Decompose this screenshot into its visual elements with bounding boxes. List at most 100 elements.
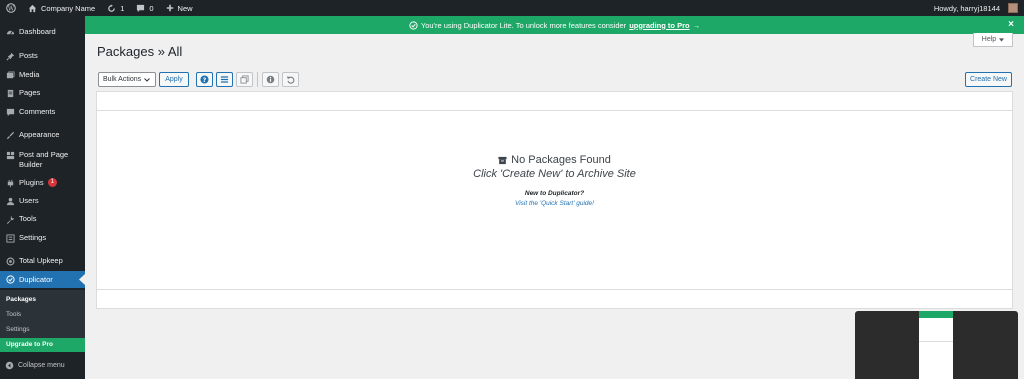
- sidebar-item-media[interactable]: Media: [0, 70, 85, 80]
- upkeep-icon: [5, 256, 15, 266]
- table-footer: [97, 289, 1012, 308]
- sidebar-item-label: Dashboard: [19, 27, 56, 36]
- refresh-icon: [108, 4, 116, 12]
- sidebar-item-tools[interactable]: Tools: [0, 214, 85, 224]
- comments-link[interactable]: 0: [130, 0, 159, 16]
- sidebar-item-plugins[interactable]: Plugins 1: [0, 178, 85, 188]
- copy-button[interactable]: [236, 72, 253, 87]
- create-new-button[interactable]: Create New: [965, 72, 1012, 87]
- sidebar-item-duplicator[interactable]: Duplicator: [0, 271, 85, 288]
- builder-icon: [5, 150, 15, 160]
- floating-preview-widget: [855, 311, 1018, 379]
- sidebar-item-appearance[interactable]: Appearance: [0, 130, 85, 140]
- sidebar-item-posts[interactable]: Posts: [0, 51, 85, 61]
- question-icon: ?: [200, 75, 209, 84]
- sidebar-item-total-upkeep[interactable]: Total Upkeep: [0, 256, 85, 266]
- site-name-link[interactable]: Company Name: [22, 0, 101, 16]
- undo-button[interactable]: [282, 72, 299, 87]
- list-view-button[interactable]: [216, 72, 233, 87]
- collapse-menu-button[interactable]: Collapse menu: [5, 361, 65, 370]
- new-to-duplicator-heading: New to Duplicator?: [524, 190, 585, 197]
- wordpress-logo[interactable]: W: [0, 0, 22, 16]
- sidebar-item-label: Plugins: [19, 178, 44, 187]
- sidebar-item-label: Tools: [19, 214, 37, 223]
- quick-start-guide-link[interactable]: Visit the 'Quick Start' guide!: [97, 200, 1012, 207]
- sidebar-item-dashboard[interactable]: Dashboard: [0, 27, 85, 37]
- info-button[interactable]: [262, 72, 279, 87]
- updates-link[interactable]: 1: [101, 0, 130, 16]
- sidebar-item-label: Comments: [19, 107, 56, 116]
- sidebar-item-post-and-page-builder[interactable]: Post and Page Builder: [0, 150, 80, 170]
- help-button[interactable]: ?: [196, 72, 213, 87]
- preview-green-bar: [919, 311, 953, 318]
- packages-table: No Packages Found Click 'Create New' to …: [96, 91, 1013, 309]
- sidebar-item-pages[interactable]: Pages: [0, 88, 85, 98]
- sidebar-item-label: Posts: [19, 51, 38, 60]
- empty-state-subtitle: Click 'Create New' to Archive Site: [473, 168, 636, 180]
- admin-sidebar: Dashboard Posts Media Pages Comments App…: [0, 16, 85, 379]
- comments-count: 0: [149, 3, 154, 13]
- toolbar-divider: [257, 72, 258, 87]
- notice-close-button[interactable]: ×: [1008, 19, 1014, 30]
- greeting: Howdy, harryj18144: [933, 3, 1000, 13]
- sidebar-item-label: Users: [19, 196, 39, 205]
- wordpress-icon: W: [6, 3, 16, 13]
- plugins-update-badge: 1: [47, 178, 57, 187]
- settings-icon: [5, 233, 15, 243]
- sidebar-item-label: Media: [19, 70, 40, 79]
- plus-icon: [166, 4, 173, 12]
- notice-arrow: →: [692, 20, 701, 30]
- help-label: Help: [981, 36, 997, 43]
- pin-icon: [5, 51, 15, 61]
- collapse-label: Collapse menu: [18, 362, 65, 369]
- undo-icon: [286, 76, 295, 84]
- upgrade-link[interactable]: upgrading to Pro: [629, 21, 689, 30]
- account-menu[interactable]: Howdy, harryj18144: [928, 0, 1024, 16]
- submenu-item-tools[interactable]: Tools: [6, 311, 21, 318]
- notice-text: You're using Duplicator Lite. To unlock …: [420, 20, 627, 30]
- list-icon: [220, 76, 229, 83]
- comment-icon: [137, 4, 145, 12]
- comment-icon: [5, 107, 15, 117]
- preview-divider: [919, 341, 953, 342]
- info-icon: [266, 75, 275, 84]
- wrench-icon: [5, 214, 15, 224]
- new-label: New: [177, 3, 193, 13]
- help-tab-button[interactable]: Help: [973, 33, 1013, 47]
- page-title: Packages » All: [97, 44, 183, 59]
- upgrade-to-pro-link[interactable]: Upgrade to Pro: [0, 338, 85, 352]
- svg-text:?: ?: [203, 77, 207, 84]
- pro-upgrade-notice: You're using Duplicator Lite. To unlock …: [85, 16, 1024, 34]
- sidebar-item-label: Duplicator: [19, 274, 53, 284]
- submenu-item-packages[interactable]: Packages: [6, 296, 36, 303]
- empty-state-title-text: No Packages Found: [511, 154, 611, 166]
- table-header: [97, 92, 1012, 111]
- archive-icon: [498, 156, 507, 164]
- svg-text:W: W: [8, 5, 15, 12]
- site-name: Company Name: [41, 3, 96, 13]
- plugin-icon: [5, 178, 15, 188]
- duplicator-icon: [5, 275, 15, 285]
- chevron-down-icon: [144, 77, 150, 82]
- home-icon: [28, 4, 37, 12]
- avatar: [1008, 3, 1018, 13]
- media-icon: [5, 70, 15, 80]
- dashboard-icon: [5, 27, 15, 37]
- users-icon: [5, 196, 15, 206]
- sidebar-item-label: Total Upkeep: [19, 256, 63, 265]
- preview-pane: [919, 311, 953, 379]
- empty-state-title: No Packages Found: [97, 154, 1012, 166]
- submenu-item-settings[interactable]: Settings: [6, 326, 30, 333]
- sidebar-item-label: Appearance: [19, 130, 60, 139]
- admin-bar: W Company Name 1 0 New Howdy, harryj1814…: [0, 0, 1024, 16]
- new-content-link[interactable]: New: [160, 0, 199, 16]
- sidebar-item-label: Post and Page Builder: [19, 150, 69, 169]
- sidebar-item-users[interactable]: Users: [0, 196, 85, 206]
- bulk-actions-select[interactable]: Bulk Actions: [98, 72, 156, 87]
- sidebar-item-settings[interactable]: Settings: [0, 233, 85, 243]
- sidebar-item-comments[interactable]: Comments: [0, 107, 85, 117]
- apply-button[interactable]: Apply: [159, 72, 189, 87]
- collapse-icon: [5, 361, 14, 370]
- brush-icon: [5, 130, 15, 140]
- duplicator-check-icon: [409, 20, 418, 30]
